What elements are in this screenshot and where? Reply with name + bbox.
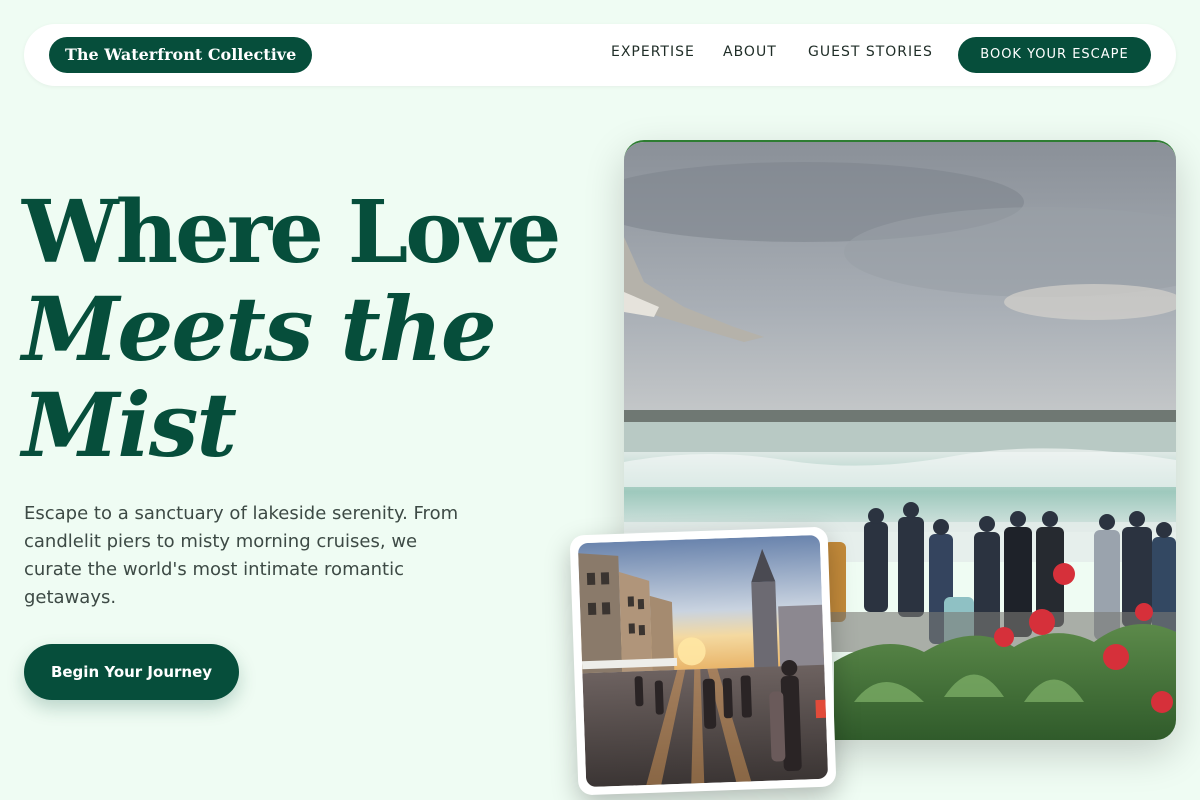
- nav-link-expertise[interactable]: EXPERTISE: [611, 44, 695, 60]
- hero-heading-line-2: Meets the: [22, 277, 497, 381]
- nav-link-about[interactable]: ABOUT: [723, 44, 777, 60]
- begin-your-journey-button[interactable]: Begin Your Journey: [24, 644, 239, 700]
- hero-description: Escape to a sanctuary of lakeside sereni…: [24, 503, 459, 608]
- plaza-photo: [569, 526, 837, 796]
- hero-heading-line-3: Mist: [22, 373, 237, 477]
- book-your-escape-button[interactable]: BOOK YOUR ESCAPE: [958, 37, 1151, 73]
- brand-logo[interactable]: The Waterfront Collective: [49, 37, 313, 73]
- hero-heading-line-1: Where Love: [22, 182, 561, 283]
- hero-heading: Where Love Meets the Mist: [22, 182, 561, 477]
- nav-link-guest-stories[interactable]: GUEST STORIES: [808, 44, 933, 60]
- plaza-illustration: [577, 534, 829, 788]
- top-navigation: The Waterfront Collective EXPERTISE ABOU…: [24, 24, 1176, 86]
